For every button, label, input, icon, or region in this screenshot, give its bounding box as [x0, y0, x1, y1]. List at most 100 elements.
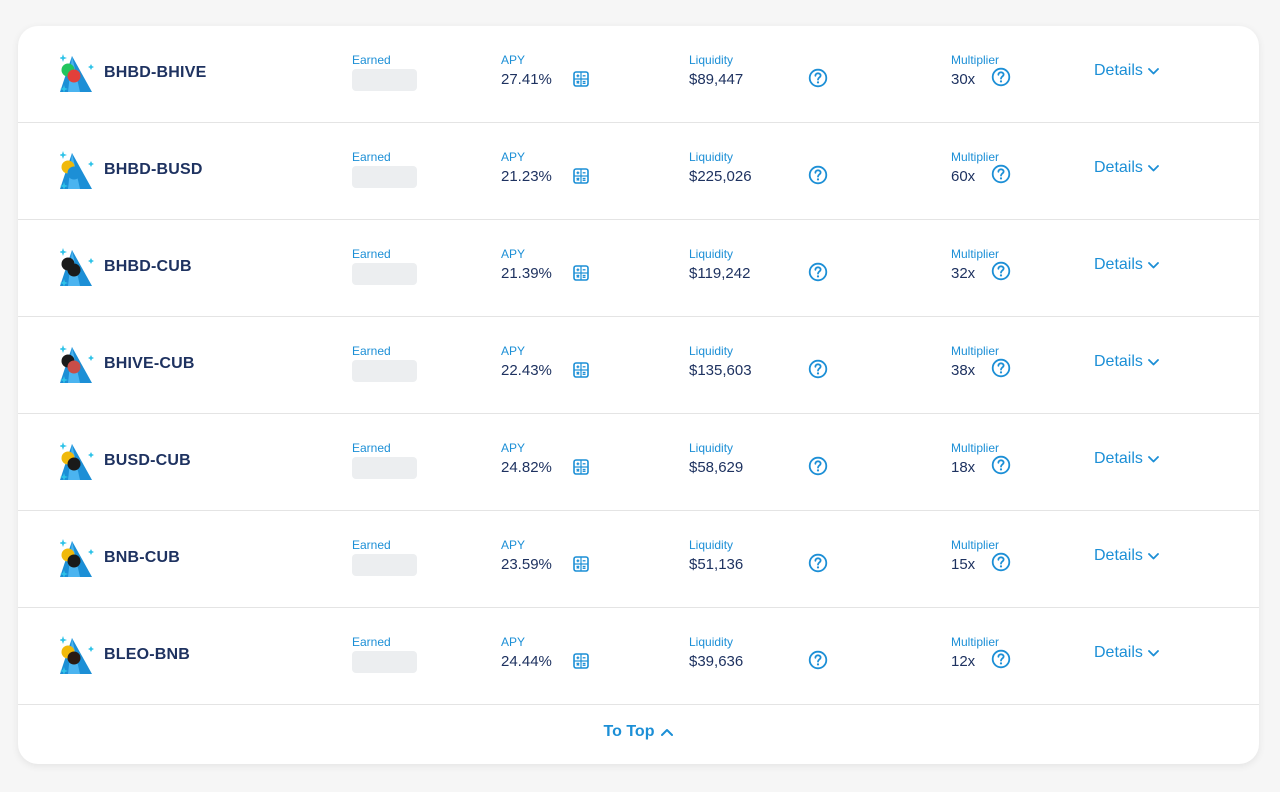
multiplier-help-icon[interactable]: [991, 649, 1011, 669]
details-toggle[interactable]: Details: [1094, 644, 1159, 662]
farm-token-pair-icon: [60, 54, 94, 92]
liquidity-label: Liquidity: [689, 635, 734, 649]
chevron-down-icon: [1148, 552, 1159, 559]
apy-value: 21.23%: [501, 168, 552, 185]
multiplier-help-icon[interactable]: [991, 358, 1011, 378]
details-toggle[interactable]: Details: [1094, 159, 1159, 177]
liquidity-help-icon[interactable]: [808, 553, 828, 573]
earned-value-placeholder: [352, 457, 417, 479]
multiplier-help-icon[interactable]: [991, 164, 1011, 184]
earned-value-placeholder: [352, 69, 417, 91]
earned-label: Earned: [352, 150, 391, 164]
liquidity-help-icon[interactable]: [808, 262, 828, 282]
liquidity-help-icon[interactable]: [808, 359, 828, 379]
details-toggle[interactable]: Details: [1094, 353, 1159, 371]
details-toggle[interactable]: Details: [1094, 547, 1159, 565]
liquidity-help-icon[interactable]: [808, 456, 828, 476]
multiplier-value: 18x: [951, 459, 976, 476]
liquidity-value: $58,629: [689, 459, 744, 476]
liquidity-value: $89,447: [689, 71, 744, 88]
farm-token-pair-icon: [60, 442, 94, 480]
earned-value-placeholder: [352, 651, 417, 673]
multiplier-value: 60x: [951, 168, 976, 185]
details-label: Details: [1094, 256, 1143, 273]
earned-value-placeholder: [352, 263, 417, 285]
farm-name: BHBD-CUB: [104, 258, 192, 275]
earned-label: Earned: [352, 538, 391, 552]
multiplier-value: 30x: [951, 71, 976, 88]
liquidity-help-icon[interactable]: [808, 165, 828, 185]
chevron-up-icon: [661, 729, 674, 736]
farm-row-bhbd-cub: BHBD-CUB Earned APY 21.39% Liquidity $11…: [18, 220, 1259, 317]
farm-row-bnb-cub: BNB-CUB Earned APY 23.59% Liquidity $51,…: [18, 511, 1259, 608]
farm-row-bhive-cub: BHIVE-CUB Earned APY 22.43% Liquidity $1…: [18, 317, 1259, 414]
liquidity-label: Liquidity: [689, 150, 734, 164]
details-label: Details: [1094, 159, 1143, 176]
details-label: Details: [1094, 644, 1143, 661]
details-toggle[interactable]: Details: [1094, 62, 1159, 80]
chevron-down-icon: [1148, 455, 1159, 462]
farm-name: BHBD-BHIVE: [104, 64, 207, 81]
calculator-icon[interactable]: [573, 168, 589, 184]
liquidity-label: Liquidity: [689, 538, 734, 552]
farms-table: BHBD-BHIVE Earned APY 27.41% Liquidity $…: [18, 26, 1259, 764]
calculator-icon[interactable]: [573, 265, 589, 281]
multiplier-label: Multiplier: [951, 441, 1000, 455]
multiplier-value: 38x: [951, 362, 976, 379]
calculator-icon[interactable]: [573, 362, 589, 378]
calculator-icon[interactable]: [573, 556, 589, 572]
apy-label: APY: [501, 441, 526, 455]
multiplier-help-icon[interactable]: [991, 552, 1011, 572]
chevron-down-icon: [1148, 649, 1159, 656]
apy-value: 23.59%: [501, 556, 552, 573]
liquidity-value: $51,136: [689, 556, 744, 573]
farm-name: BHBD-BUSD: [104, 161, 203, 178]
multiplier-label: Multiplier: [951, 344, 1000, 358]
details-label: Details: [1094, 62, 1143, 79]
earned-value-placeholder: [352, 166, 417, 188]
farm-token-pair-icon: [60, 636, 94, 674]
earned-label: Earned: [352, 344, 391, 358]
earned-label: Earned: [352, 53, 391, 67]
liquidity-value: $225,026: [689, 168, 752, 185]
multiplier-help-icon[interactable]: [991, 67, 1011, 87]
multiplier-help-icon[interactable]: [991, 455, 1011, 475]
apy-value: 24.44%: [501, 653, 552, 670]
multiplier-help-icon[interactable]: [991, 261, 1011, 281]
details-toggle[interactable]: Details: [1094, 450, 1159, 468]
liquidity-label: Liquidity: [689, 441, 734, 455]
details-toggle[interactable]: Details: [1094, 256, 1159, 274]
liquidity-label: Liquidity: [689, 344, 734, 358]
chevron-down-icon: [1148, 261, 1159, 268]
farm-name: BHIVE-CUB: [104, 355, 195, 372]
liquidity-help-icon[interactable]: [808, 650, 828, 670]
farm-rows: BHBD-BHIVE Earned APY 27.41% Liquidity $…: [18, 26, 1259, 705]
multiplier-value: 12x: [951, 653, 976, 670]
multiplier-label: Multiplier: [951, 150, 1000, 164]
apy-label: APY: [501, 344, 526, 358]
farm-name: BUSD-CUB: [104, 452, 191, 469]
apy-value: 21.39%: [501, 265, 552, 282]
farm-token-pair-icon: [60, 345, 94, 383]
earned-value-placeholder: [352, 360, 417, 382]
calculator-icon[interactable]: [573, 459, 589, 475]
apy-label: APY: [501, 53, 526, 67]
calculator-icon[interactable]: [573, 71, 589, 87]
apy-value: 22.43%: [501, 362, 552, 379]
chevron-down-icon: [1148, 67, 1159, 74]
liquidity-value: $135,603: [689, 362, 752, 379]
liquidity-label: Liquidity: [689, 53, 734, 67]
liquidity-help-icon[interactable]: [808, 68, 828, 88]
earned-value-placeholder: [352, 554, 417, 576]
calculator-icon[interactable]: [573, 653, 589, 669]
earned-label: Earned: [352, 441, 391, 455]
earned-label: Earned: [352, 247, 391, 261]
farm-row-bleo-bnb: BLEO-BNB Earned APY 24.44% Liquidity $39…: [18, 608, 1259, 705]
apy-value: 24.82%: [501, 459, 552, 476]
to-top-button[interactable]: To Top: [18, 720, 1259, 744]
multiplier-label: Multiplier: [951, 538, 1000, 552]
farm-row-bhbd-busd: BHBD-BUSD Earned APY 21.23% Liquidity $2…: [18, 123, 1259, 220]
details-label: Details: [1094, 353, 1143, 370]
farm-token-pair-icon: [60, 248, 94, 286]
multiplier-label: Multiplier: [951, 53, 1000, 67]
